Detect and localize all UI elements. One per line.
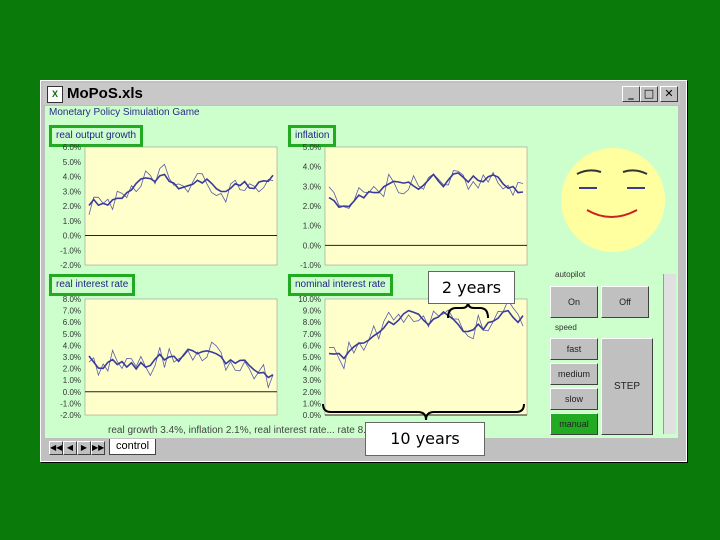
callout-10-years: 10 years	[365, 422, 485, 456]
callout-2-years: 2 years	[428, 271, 515, 304]
callout-braces	[322, 301, 525, 421]
